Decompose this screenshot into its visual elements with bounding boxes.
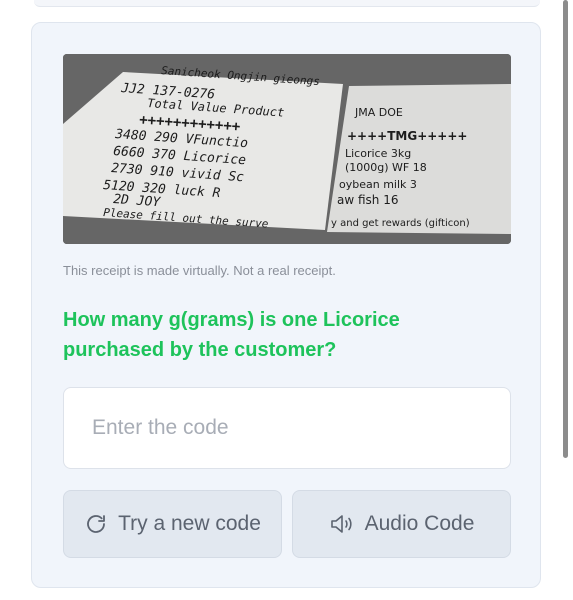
receipt-line: Licorice 3kg — [345, 147, 411, 160]
captcha-question: How many g(grams) is one Licorice purcha… — [63, 309, 400, 361]
scrollbar[interactable] — [563, 0, 568, 458]
audio-code-button[interactable]: Audio Code — [292, 490, 511, 558]
receipt-line: ++++TMG+++++ — [347, 129, 467, 143]
receipt-line: aw fish 16 — [337, 193, 398, 207]
receipt-disclaimer: This receipt is made virtually. Not a re… — [63, 263, 336, 278]
try-new-code-button[interactable]: Try a new code — [63, 490, 282, 558]
receipt-photo: Sanichеok Ongjin gieongs JJ2 137-0276 To… — [63, 54, 511, 244]
speaker-icon — [329, 512, 355, 536]
receipt-line: oybean milk 3 — [339, 178, 417, 191]
receipt-image: Sanichеok Ongjin gieongs JJ2 137-0276 To… — [63, 54, 511, 244]
audio-code-label: Audio Code — [364, 512, 475, 535]
code-input[interactable] — [63, 387, 511, 469]
captcha-card: Sanichеok Ongjin gieongs JJ2 137-0276 To… — [31, 22, 541, 588]
try-new-code-label: Try a new code — [118, 512, 261, 535]
receipt-line: JMA DOE — [354, 106, 403, 119]
receipt-line: (1000g) WF 18 — [345, 161, 427, 174]
refresh-icon — [84, 512, 108, 536]
top-panel-edge — [34, 0, 540, 7]
receipt-line: y and get rewards (gifticon) — [331, 218, 470, 229]
